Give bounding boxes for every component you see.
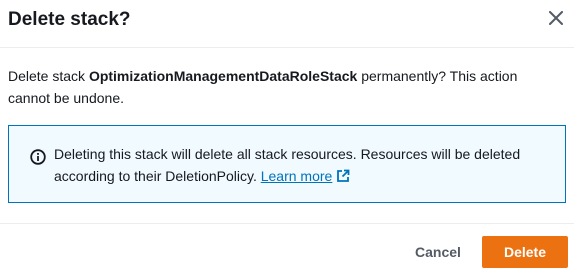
close-button[interactable]: [544, 6, 568, 30]
dialog-title: Delete stack?: [8, 9, 131, 30]
external-link-icon: [337, 169, 350, 182]
learn-more-link[interactable]: Learn more: [261, 168, 351, 184]
message-prefix: Delete stack: [8, 68, 89, 84]
learn-more-label: Learn more: [260, 168, 333, 184]
dialog-header: Delete stack?: [0, 0, 574, 48]
dialog-body: Delete stack OptimizationManagementDataR…: [0, 48, 574, 223]
confirmation-message: Delete stack OptimizationManagementDataR…: [8, 65, 548, 109]
close-icon: [549, 11, 563, 25]
info-icon: [30, 149, 46, 165]
info-alert-text: Deleting this stack will delete all stac…: [54, 143, 544, 187]
dialog-footer: Cancel Delete: [0, 223, 574, 272]
cancel-button[interactable]: Cancel: [406, 236, 470, 268]
info-alert: Deleting this stack will delete all stac…: [8, 125, 566, 203]
stack-name: OptimizationManagementDataRoleStack: [88, 68, 358, 84]
delete-stack-dialog: Delete stack? Delete stack OptimizationM…: [0, 0, 574, 272]
delete-button[interactable]: Delete: [482, 236, 568, 268]
